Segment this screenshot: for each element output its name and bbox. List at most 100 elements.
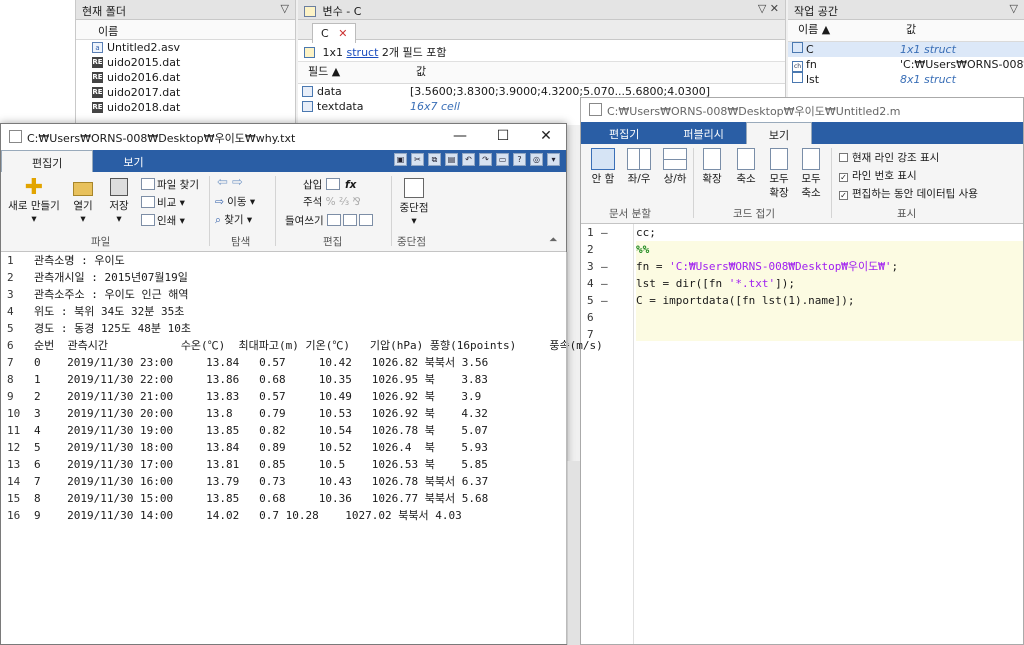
copy-icon[interactable]: ⧉	[428, 153, 441, 166]
datatips-checkbox[interactable]: ✓ 편집하는 동안 데이터팁 사용	[839, 186, 978, 201]
text-line[interactable]: 7 0 2019/11/30 23:00 13.84 0.57 10.42 102…	[1, 354, 566, 371]
insert-button[interactable]: 삽입 fx	[303, 178, 356, 192]
background-scrollbar[interactable]	[567, 461, 580, 645]
code-line[interactable]: 5— C = importdata([fn lst(1).name]);	[581, 292, 1021, 309]
text-line[interactable]: 9 2 2019/11/30 21:00 13.83 0.57 10.49 102…	[1, 388, 566, 405]
undo-icon[interactable]: ↶	[462, 153, 475, 166]
file-list-item[interactable]: RE uido2016.dat	[76, 70, 295, 85]
panel-menu-icon[interactable]: ▽	[1010, 2, 1018, 15]
tab-editor[interactable]: 편집기	[1, 150, 94, 172]
folder-column-header[interactable]: 이름	[76, 20, 295, 40]
code-line[interactable]: 7	[581, 326, 1021, 343]
highlight-current-line-checkbox[interactable]: 현재 라인 강조 표시	[839, 150, 939, 165]
back-forward-icon[interactable]: ⇦ ⇨	[217, 176, 243, 189]
text-line[interactable]: 3 관측소주소 : 우이도 인근 해역	[1, 286, 566, 303]
find-button[interactable]: ⌕ 찾기 ▾	[215, 214, 252, 227]
text-line[interactable]: 13 6 2019/11/30 17:00 13.81 0.85 10.5 102…	[1, 456, 566, 473]
panel-close-icon[interactable]: ▽ ✕	[758, 2, 779, 15]
compare-button[interactable]: 비교 ▾	[141, 196, 185, 210]
text-line[interactable]: 15 8 2019/11/30 15:00 13.85 0.68 10.36 10…	[1, 490, 566, 507]
struct-link[interactable]: struct	[347, 46, 379, 59]
redo-icon[interactable]: ↷	[479, 153, 492, 166]
compare-icon	[141, 196, 155, 208]
file-list-item[interactable]: RE uido2017.dat	[76, 85, 295, 100]
paste-icon[interactable]: ▤	[445, 153, 458, 166]
collapse-button[interactable]: 축소	[729, 148, 763, 186]
split-none-button[interactable]: 안 함	[585, 148, 621, 186]
tab-view[interactable]: 보기	[745, 122, 813, 144]
print-button[interactable]: 인쇄 ▾	[141, 214, 185, 228]
expand-icon	[703, 148, 721, 170]
field-icon	[302, 101, 313, 112]
split-top-bottom-button[interactable]: 상/하	[657, 148, 693, 186]
editor2-code-area[interactable]: 1— cc; 2%% 3— fn = 'C:₩Users₩ORNS-008₩Deskto…	[581, 224, 1023, 644]
single-pane-icon	[591, 148, 615, 170]
breakpoint-marker[interactable]: —	[601, 292, 608, 309]
code-line[interactable]: 1— cc;	[581, 224, 1021, 241]
text-line[interactable]: 16 9 2019/11/30 14:00 14.02 0.7 10.28 102…	[1, 507, 566, 524]
find-files-button[interactable]: 파일 찾기	[141, 178, 199, 192]
workspace-variable-row[interactable]: lst 8x1 struct	[788, 72, 1024, 87]
cut-icon[interactable]: ✂	[411, 153, 424, 166]
breakpoint-marker[interactable]: —	[601, 275, 608, 292]
text-line[interactable]: 14 7 2019/11/30 16:00 13.79 0.73 10.43 10…	[1, 473, 566, 490]
file-list-item[interactable]: a Untitled2.asv	[76, 40, 295, 55]
breakpoint-marker[interactable]: —	[601, 258, 608, 275]
maximize-button[interactable]: ☐	[483, 124, 523, 150]
dropdown-icon[interactable]: ▾	[547, 153, 560, 166]
line-number: 2	[587, 243, 594, 256]
workspace-variable-row[interactable]: C 1x1 struct	[788, 42, 1024, 57]
text-line[interactable]: 12 5 2019/11/30 18:00 13.84 0.89 10.52 10…	[1, 439, 566, 456]
search-icon[interactable]: ◎	[530, 153, 543, 166]
line-text: 2 2019/11/30 21:00 13.83 0.57 10.49 1026…	[34, 390, 482, 403]
collapse-ribbon-icon[interactable]: ⏶	[549, 234, 557, 247]
workspace-variable-row[interactable]: chfn 'C:₩Users₩ORNS-008₩...	[788, 57, 1024, 72]
code-line[interactable]: 2%%	[581, 241, 1021, 258]
save-icon[interactable]: ▣	[394, 153, 407, 166]
notepad-text-area[interactable]: 1 관측소명 : 우이도 2 관측개시일 : 2015년07월19일 3 관측소주소 : …	[1, 252, 603, 644]
minimize-button[interactable]: —	[440, 124, 480, 150]
file-list-item[interactable]: RE uido2015.dat	[76, 55, 295, 70]
save-button[interactable]: 저장 ▾	[101, 176, 137, 226]
open-button[interactable]: 열기 ▾	[65, 176, 101, 226]
variable-tab-c[interactable]: C ✕	[312, 23, 357, 43]
goto-icon: ⇨	[215, 196, 224, 208]
panel-menu-icon[interactable]: ▽	[281, 2, 289, 15]
code-line[interactable]: 4— lst = dir([fn '*.txt']);	[581, 275, 1021, 292]
text-line[interactable]: 8 1 2019/11/30 22:00 13.86 0.68 10.35 102…	[1, 371, 566, 388]
text-line[interactable]: 2 관측개시일 : 2015년07월19일	[1, 269, 566, 286]
comment-button[interactable]: 주석 % ⅔ ⅋	[303, 196, 361, 209]
line-text: 1 2019/11/30 22:00 13.86 0.68 10.35 1026…	[34, 373, 488, 386]
workspace-column-header[interactable]: 이름 ▲ 값	[788, 20, 1024, 42]
goto-button[interactable]: ⇨ 이동 ▾	[215, 196, 255, 209]
expand-button[interactable]: 확장	[695, 148, 729, 186]
tab-editor[interactable]: 편집기	[587, 122, 661, 144]
text-line[interactable]: 4 위도 : 북위 34도 32분 35초	[1, 303, 566, 320]
code-line[interactable]: 3— fn = 'C:₩Users₩ORNS-008₩Desktop₩우이도₩';	[581, 258, 1021, 275]
line-text: 관측개시일 : 2015년07월19일	[34, 271, 188, 284]
collapse-all-button[interactable]: 모두 축소	[795, 148, 827, 200]
breakpoint-marker[interactable]: —	[601, 224, 608, 241]
help-icon[interactable]: ?	[513, 153, 526, 166]
split-left-right-button[interactable]: 좌/우	[621, 148, 657, 186]
fx-icon[interactable]: fx	[345, 179, 356, 191]
tab-publish[interactable]: 퍼블리시	[661, 122, 745, 144]
tab-close-icon[interactable]: ✕	[338, 27, 347, 40]
window-icon[interactable]: ▭	[496, 153, 509, 166]
text-line[interactable]: 1 관측소명 : 우이도	[1, 252, 566, 269]
file-list-item[interactable]: RE uido2018.dat	[76, 100, 295, 115]
close-button[interactable]: ✕	[526, 124, 566, 150]
text-line[interactable]: 6 순번 관측시간 수온(℃) 최대파고(m) 기온(℃) 기압(hPa) 풍향(…	[1, 337, 603, 354]
indent-button[interactable]: 들여쓰기	[285, 214, 375, 228]
show-line-numbers-checkbox[interactable]: ✓ 라인 번호 표시	[839, 168, 917, 183]
tab-view[interactable]: 보기	[93, 150, 173, 172]
text-line[interactable]: 11 4 2019/11/30 19:00 13.85 0.82 10.54 10…	[1, 422, 566, 439]
code-line[interactable]: 6	[581, 309, 1021, 326]
editor-window-untitled2: C:₩Users₩ORNS-008₩Desktop₩우이도₩Untitled2.…	[580, 97, 1024, 645]
new-button[interactable]: ✚ 새로 만들기 ▾	[7, 176, 61, 226]
variables-column-header[interactable]: 필드 ▲ 값	[298, 62, 785, 84]
text-line[interactable]: 10 3 2019/11/30 20:00 13.8 0.79 10.53 102…	[1, 405, 566, 422]
breakpoints-button[interactable]: 중단점 ▾	[397, 176, 431, 228]
text-line[interactable]: 5 경도 : 동경 125도 48분 10초	[1, 320, 566, 337]
expand-all-button[interactable]: 모두 확장	[763, 148, 795, 200]
